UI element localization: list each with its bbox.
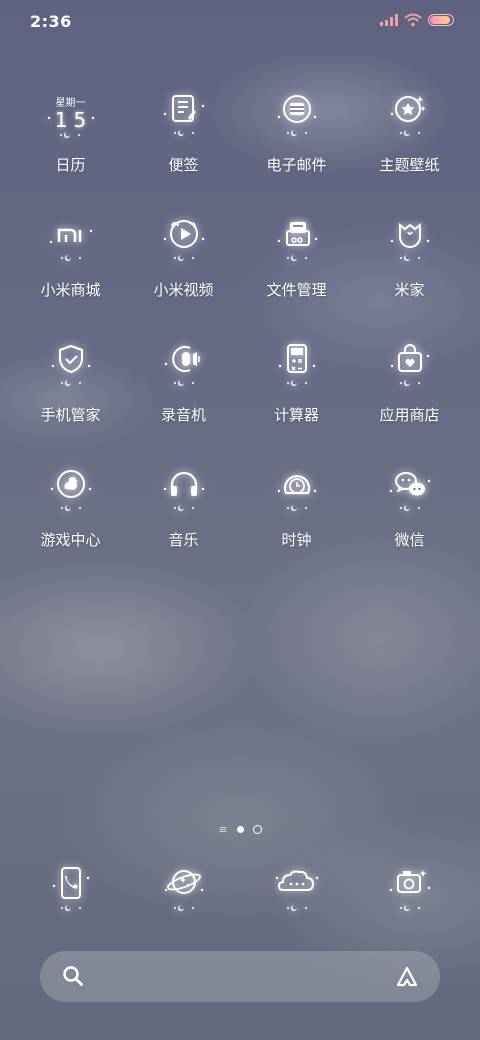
page-indicator[interactable]: ≡ (0, 823, 480, 836)
app-label: 米家 (394, 281, 425, 299)
calendar-icon: 星期一 15 (39, 84, 103, 144)
app-label: 应用商店 (379, 406, 440, 424)
calculator-icon (265, 334, 329, 394)
dock-camera[interactable] (353, 858, 466, 918)
theme-icon (378, 84, 442, 144)
app-label: 文件管理 (266, 281, 327, 299)
search-bar[interactable] (40, 951, 440, 1002)
music-icon (152, 459, 216, 519)
app-music[interactable]: 音乐 (127, 459, 240, 584)
search-icon[interactable] (62, 965, 84, 987)
app-label: 计算器 (273, 406, 319, 424)
app-clock[interactable]: 时钟 (240, 459, 353, 584)
app-row: 小米商城 小米视频 文件管理 米家 (14, 209, 466, 334)
app-label: 游戏中心 (40, 531, 101, 549)
email-icon (265, 84, 329, 144)
app-label: 微信 (394, 531, 425, 549)
app-label: 便签 (168, 156, 199, 174)
wifi-icon (404, 13, 422, 27)
app-mi-video[interactable]: 小米视频 (127, 209, 240, 334)
security-icon (39, 334, 103, 394)
notes-icon (152, 84, 216, 144)
app-wechat[interactable]: 微信 (353, 459, 466, 584)
phone-icon (39, 858, 103, 918)
app-theme[interactable]: 主题壁纸 (353, 84, 466, 209)
app-notes[interactable]: 便签 (127, 84, 240, 209)
dock-browser[interactable] (127, 858, 240, 918)
app-label: 时钟 (281, 531, 312, 549)
browser-icon (152, 858, 216, 918)
clock-icon (265, 459, 329, 519)
dock (14, 858, 466, 918)
status-bar: 2:36 (0, 0, 480, 44)
messages-icon (265, 858, 329, 918)
mi-store-icon (39, 209, 103, 269)
app-grid: 星期一 15 日历 便签 电子邮件 主题壁纸 小米商城 小米视频 文件管理 米家… (14, 84, 466, 584)
app-label: 手机管家 (40, 406, 101, 424)
app-email[interactable]: 电子邮件 (240, 84, 353, 209)
page-dot[interactable] (252, 825, 262, 834)
status-time: 2:36 (30, 12, 72, 31)
game-center-icon (39, 459, 103, 519)
app-label: 主题壁纸 (379, 156, 440, 174)
assistant-icon[interactable] (394, 965, 420, 989)
battery-icon (428, 14, 454, 26)
app-label: 小米视频 (153, 281, 214, 299)
signal-icon (380, 14, 398, 26)
app-label: 电子邮件 (266, 156, 327, 174)
app-game-center[interactable]: 游戏中心 (14, 459, 127, 584)
recorder-icon (152, 334, 216, 394)
app-label: 日历 (55, 156, 86, 174)
app-row: 游戏中心 音乐 时钟 微信 (14, 459, 466, 584)
app-row: 手机管家 录音机 计算器 应用商店 (14, 334, 466, 459)
page-dot-active[interactable] (236, 826, 244, 833)
app-label: 小米商城 (40, 281, 101, 299)
file-manager-icon (265, 209, 329, 269)
dock-messages[interactable] (240, 858, 353, 918)
app-row: 星期一 15 日历 便签 电子邮件 主题壁纸 (14, 84, 466, 209)
app-label: 录音机 (160, 406, 206, 424)
wechat-icon (378, 459, 442, 519)
app-store-icon (378, 334, 442, 394)
app-label: 音乐 (168, 531, 199, 549)
camera-icon (378, 858, 442, 918)
status-icons (380, 13, 454, 27)
app-calculator[interactable]: 计算器 (240, 334, 353, 459)
app-calendar[interactable]: 星期一 15 日历 (14, 84, 127, 209)
app-file-manager[interactable]: 文件管理 (240, 209, 353, 334)
mijia-icon (378, 209, 442, 269)
page-list-icon[interactable]: ≡ (218, 823, 227, 836)
app-app-store[interactable]: 应用商店 (353, 334, 466, 459)
mi-video-icon (152, 209, 216, 269)
app-security[interactable]: 手机管家 (14, 334, 127, 459)
app-mi-store[interactable]: 小米商城 (14, 209, 127, 334)
battery-fill (430, 16, 450, 24)
dock-phone[interactable] (14, 858, 127, 918)
app-recorder[interactable]: 录音机 (127, 334, 240, 459)
app-mijia[interactable]: 米家 (353, 209, 466, 334)
